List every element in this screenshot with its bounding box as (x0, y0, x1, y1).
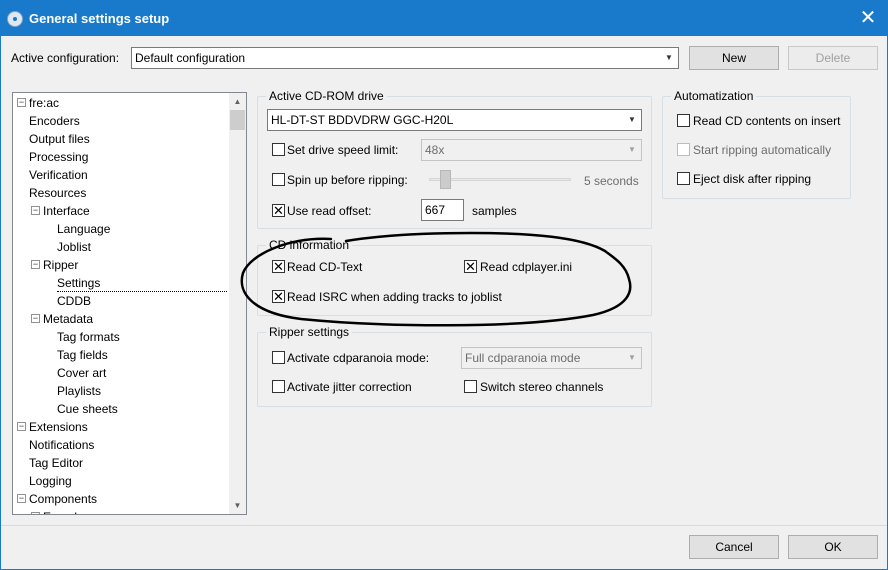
cd-information-group: CD information (257, 238, 652, 316)
tree-expander-icon[interactable]: − (17, 98, 26, 107)
close-button[interactable]: ✕ (855, 5, 881, 31)
start-ripping-label: Start ripping automatically (693, 143, 832, 157)
cancel-button[interactable]: Cancel (689, 535, 779, 559)
cd-information-title: CD information (266, 238, 353, 252)
speed-limit-label: Set drive speed limit: (287, 143, 399, 157)
tree-item[interactable]: Cover art (57, 364, 106, 382)
stereo-checkbox[interactable] (464, 380, 477, 393)
read-offset-checkbox[interactable]: ✕ (272, 204, 285, 217)
read-isrc-label: Read ISRC when adding tracks to joblist (287, 290, 502, 304)
tree-item[interactable]: CDDB (57, 292, 91, 310)
tree-item[interactable]: Settings (57, 274, 227, 292)
jitter-label: Activate jitter correction (287, 380, 412, 394)
configuration-select[interactable]: Default configuration ▼ (131, 47, 679, 69)
read-isrc-checkbox[interactable]: ✕ (272, 290, 285, 303)
read-cdplayer-checkbox[interactable]: ✕ (464, 260, 477, 273)
ok-button[interactable]: OK (788, 535, 878, 559)
tree-item[interactable]: Ripper (43, 256, 78, 274)
tree-item[interactable]: Playlists (57, 382, 101, 400)
chevron-down-icon: ▼ (665, 53, 673, 62)
tree-item[interactable]: Verification (29, 166, 88, 184)
tree-item[interactable]: Metadata (43, 310, 93, 328)
tree-item[interactable]: Encoders (29, 112, 80, 130)
read-offset-input[interactable]: 667 (421, 199, 464, 221)
read-on-insert-checkbox[interactable] (677, 114, 690, 127)
speed-select[interactable]: 48x ▼ (421, 139, 642, 161)
jitter-checkbox[interactable] (272, 380, 285, 393)
tree-item[interactable]: Tag Editor (29, 454, 83, 472)
tree-item[interactable]: Language (57, 220, 110, 238)
ripper-settings-group: Ripper settings (257, 325, 652, 407)
cdrom-group-title: Active CD-ROM drive (266, 89, 387, 103)
chevron-down-icon: ▼ (628, 115, 636, 124)
read-cdtext-label: Read CD-Text (287, 260, 363, 274)
tree-item[interactable]: Interface (43, 202, 90, 220)
paranoia-mode-value: Full cdparanoia mode (465, 351, 581, 365)
scroll-down-icon[interactable]: ▼ (229, 497, 246, 514)
spinup-seconds: 5 seconds (584, 174, 639, 188)
paranoia-mode-select[interactable]: Full cdparanoia mode ▼ (461, 347, 642, 369)
paranoia-checkbox[interactable] (272, 351, 285, 364)
configuration-value: Default configuration (135, 51, 246, 65)
scroll-thumb[interactable] (230, 110, 245, 130)
tree-expander-icon[interactable]: − (17, 494, 26, 503)
tree-item[interactable]: Processing (29, 148, 88, 166)
tree-item[interactable]: Output files (29, 130, 90, 148)
check-icon: ✕ (273, 259, 284, 274)
chevron-down-icon: ▼ (628, 353, 636, 362)
read-cdtext-checkbox[interactable]: ✕ (272, 260, 285, 273)
tree-item[interactable]: Notifications (29, 436, 94, 454)
settings-window: General settings setup ✕ Active configur… (0, 0, 888, 570)
delete-button[interactable]: Delete (788, 46, 878, 70)
speed-limit-checkbox[interactable] (272, 143, 285, 156)
check-icon: ✕ (273, 289, 284, 304)
drive-value: HL-DT-ST BDDVDRW GGC-H20L (271, 113, 454, 127)
tree-item[interactable]: fre:ac (29, 94, 59, 112)
tree-item[interactable]: Resources (29, 184, 86, 202)
tree-expander-icon[interactable]: − (31, 512, 40, 514)
title-bar[interactable]: General settings setup ✕ (1, 1, 887, 36)
spinup-label: Spin up before ripping: (287, 173, 408, 187)
footer-divider (1, 525, 887, 526)
spinup-checkbox[interactable] (272, 173, 285, 186)
offset-unit: samples (472, 204, 517, 218)
tree-item[interactable]: Components (29, 490, 97, 508)
tree-item[interactable]: Cue sheets (57, 400, 118, 418)
speed-value: 48x (425, 143, 445, 157)
drive-select[interactable]: HL-DT-ST BDDVDRW GGC-H20L ▼ (267, 109, 642, 131)
start-ripping-checkbox[interactable] (677, 143, 690, 156)
app-icon (7, 11, 23, 27)
paranoia-label: Activate cdparanoia mode: (287, 351, 430, 365)
tree-item[interactable]: Joblist (57, 238, 91, 256)
eject-label: Eject disk after ripping (693, 172, 812, 186)
automatization-title: Automatization (671, 89, 757, 103)
tree-item[interactable]: Tag fields (57, 346, 108, 364)
eject-checkbox[interactable] (677, 172, 690, 185)
read-on-insert-label: Read CD contents on insert (693, 114, 841, 128)
scroll-up-icon[interactable]: ▲ (229, 93, 246, 110)
tree-expander-icon[interactable]: − (31, 314, 40, 323)
new-button[interactable]: New (689, 46, 779, 70)
active-configuration-label: Active configuration: (11, 51, 120, 65)
ripper-settings-title: Ripper settings (266, 325, 353, 339)
read-offset-label: Use read offset: (287, 204, 372, 218)
tree-item[interactable]: Encod (43, 508, 77, 514)
chevron-down-icon: ▼ (628, 145, 636, 154)
tree-scrollbar[interactable]: ▲ ▼ (229, 93, 246, 514)
window-title: General settings setup (29, 11, 170, 26)
tree-expander-icon[interactable]: − (17, 422, 26, 431)
read-cdplayer-label: Read cdplayer.ini (480, 260, 573, 274)
tree-expander-icon[interactable]: − (31, 206, 40, 215)
tree-item[interactable]: Extensions (29, 418, 88, 436)
check-icon: ✕ (273, 203, 284, 218)
tree-item[interactable]: Tag formats (57, 328, 120, 346)
check-icon: ✕ (465, 259, 476, 274)
settings-tree[interactable]: − fre:ac Encoders Output files Processing Ver… (12, 92, 247, 515)
stereo-label: Switch stereo channels (480, 380, 604, 394)
spinup-slider-thumb[interactable] (440, 170, 452, 189)
tree-item[interactable]: Logging (29, 472, 72, 490)
tree-expander-icon[interactable]: − (31, 260, 40, 269)
